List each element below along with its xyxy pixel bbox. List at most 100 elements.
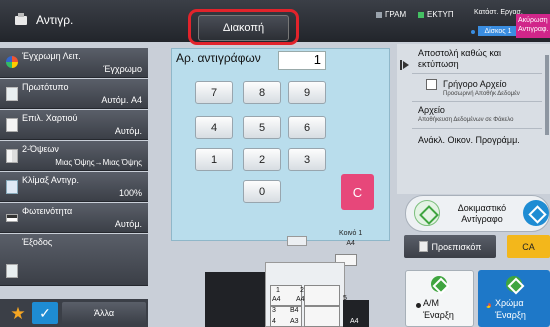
key-9[interactable]: 9 [288,81,326,104]
key-2[interactable]: 2 [243,148,281,171]
memory-label: ΓΡΑΜ [385,10,407,19]
color-mode-icon [6,56,18,68]
tray-4-num: 4 [272,318,276,325]
tray-1-size: A4 [272,296,281,303]
key-7[interactable]: 7 [195,81,233,104]
color-start-line2: Έναρξη [495,310,526,320]
key-4[interactable]: 4 [195,116,233,139]
tray-3-size: B4 [290,307,299,314]
scrollbar[interactable] [545,55,549,135]
tray-badge: Δίσκος 1 [478,26,518,36]
menu-value: Αυτόμ. [114,126,142,136]
menu-exposure[interactable]: Φωτεινότητα Αυτόμ. [0,203,148,233]
preview-icon [418,241,428,252]
bw-start-line2: Έναρξη [423,310,454,320]
sample-copy-label: Δοκιμαστικό Αντίγραφο [457,203,507,224]
menu-label: Κλίμαξ Αντιγρ. [22,175,79,185]
output-icon [6,264,18,278]
key-0[interactable]: 0 [243,180,281,203]
file-button[interactable]: Αρχείο [418,105,445,115]
eco-program-button[interactable]: Ανάκλ. Οικον. Προγράμμ. [418,135,520,145]
divider [412,73,542,74]
tray-3-num: 3 [272,307,276,314]
quick-file-sub: Προσωρινή Αποθήκ Δεδομέν [443,91,520,97]
menu-label: Επιλ. Χαρτιού [22,113,78,123]
app-title: Αντιγρ. [14,13,73,27]
bypass-tray-label[interactable]: Κοινό 1 A4 [339,229,362,249]
preview-button[interactable]: Προεπισκόπ [404,235,496,258]
memory-status-icon [376,11,382,18]
tray-2-num: 2 [300,287,304,294]
sample-copy-icon [414,200,440,226]
menu-duplex[interactable]: 2-Όψεων Μιας Όψης→Μιας Όψης [0,141,148,171]
key-8[interactable]: 8 [243,81,281,104]
menu-label: Πρωτότυπο [22,82,69,92]
menu-value: Έγχρωμο [103,64,142,74]
menu-paper-select[interactable]: Επιλ. Χαρτιού Αυτόμ. [0,110,148,140]
menu-output[interactable]: Έξοδος [0,234,148,286]
menu-value: Αυτόμ. A4 [101,95,142,105]
memory-indicator: ΓΡΑΜ [376,10,406,19]
play-arrow-icon [403,61,409,69]
cancel-copy-badge[interactable]: Ακύρωση Αντιγραφ. [516,14,550,38]
print-label: ΕΚΤΥΠ [427,10,454,19]
menu-value: Αυτόμ. [114,219,142,229]
check-icon[interactable]: ✓ [32,302,58,324]
copies-label: Αρ. αντιγράφων [176,51,261,65]
tray-2-size: A4 [296,296,305,303]
original-icon [6,87,18,101]
key-5[interactable]: 5 [243,116,281,139]
sample-start-icon[interactable] [523,200,549,226]
divider [412,101,542,102]
app-title-text: Αντιγρ. [36,13,74,27]
clear-button[interactable]: C [341,174,374,210]
favorite-star-icon[interactable]: ★ [9,305,27,323]
color-start-icon [506,276,522,292]
menu-label: Έγχρωμη Λειτ. [22,51,81,61]
bw-start-line1: Α/Μ [423,298,440,308]
tray-2[interactable] [304,285,340,306]
file-sub: Αποθήκευση Δεδομένων σε Φάκελο [418,117,514,123]
copies-input[interactable]: 1 [278,51,326,70]
zoom-icon [6,180,18,194]
tray-5-size: A4 [350,318,359,325]
paper-select-icon [6,118,18,132]
duplex-icon [6,149,18,163]
menu-color-mode[interactable]: Έγχρωμη Λειτ. Έγχρωμο [0,48,148,78]
others-button[interactable]: Άλλα [62,302,146,324]
color-dot-icon [486,303,491,308]
tray-dot-icon [471,30,475,34]
quick-file-label: Γρήγορο Αρχείο [443,79,507,89]
tray-4[interactable] [304,306,340,327]
output-tray-icon [287,236,307,246]
preview-label: Προεπισκόπ [431,241,482,252]
bw-start-icon [431,276,447,292]
send-and-print-button[interactable]: Αποστολή καθώς και εκτύπωση [418,48,543,70]
menu-value: Μιας Όψης→Μιας Όψης [55,158,142,167]
copier-icon [14,13,28,27]
tray-1-num: 1 [276,287,280,294]
menu-label: Έξοδος [22,237,53,247]
keypad-panel [171,48,390,241]
bw-dot-icon [416,303,421,308]
menu-zoom[interactable]: Κλίμαξ Αντιγρ. 100% [0,172,148,202]
menu-original[interactable]: Πρωτότυπο Αυτόμ. A4 [0,79,148,109]
tray-4-size: A3 [290,318,299,325]
menu-label: Φωτεινότητα [22,206,73,216]
clear-all-button[interactable]: CA [507,235,550,258]
bypass-tray-title: Κοινό 1 [339,230,363,237]
quick-file-checkbox[interactable] [426,79,437,90]
tray-5-num: 5 [343,295,347,302]
key-1[interactable]: 1 [195,148,233,171]
play-bar-icon [400,60,402,70]
key-6[interactable]: 6 [288,116,326,139]
bypass-tray-size: A4 [346,240,355,247]
exposure-icon [6,214,18,222]
finisher-icon [205,272,267,327]
color-start-line1: Χρώμα [495,298,524,308]
stop-button-highlight [188,9,299,45]
divider [412,128,542,129]
menu-label: 2-Όψεων [22,144,59,154]
key-3[interactable]: 3 [288,148,326,171]
print-status-icon [418,11,424,18]
